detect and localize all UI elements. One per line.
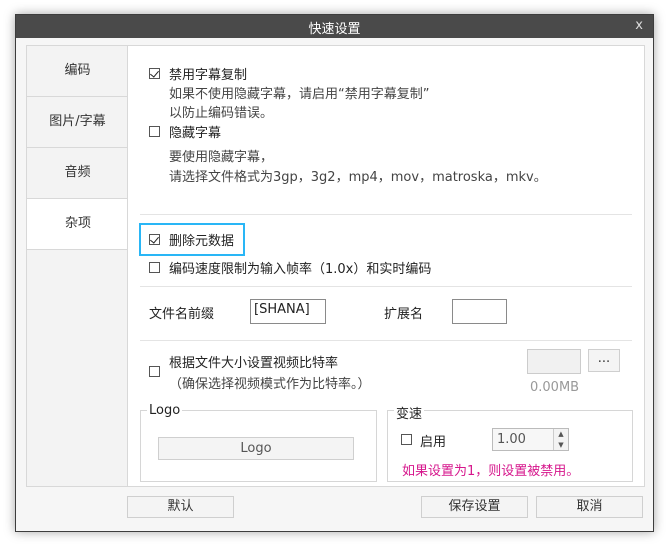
logo-group-title: Logo <box>147 403 183 418</box>
save-settings-button[interactable]: 保存设置 <box>421 496 528 518</box>
stepper-buttons[interactable]: ▲ ▼ <box>553 429 568 450</box>
hide-subtitles-formats-hint: 请选择文件格式为3gp，3g2，mp4，mov，matroska，mkv。 <box>169 170 547 185</box>
logo-button[interactable]: Logo <box>158 437 354 460</box>
file-size-text: 0.00MB <box>530 380 580 395</box>
chevron-down-icon[interactable]: ▼ <box>554 440 568 451</box>
speed-enable-label[interactable]: 启用 <box>420 431 446 450</box>
remove-metadata-checkbox[interactable] <box>149 234 160 245</box>
hide-subtitles-label[interactable]: 隐藏字幕 <box>169 122 221 141</box>
default-button[interactable]: 默认 <box>127 496 234 518</box>
filename-prefix-label: 文件名前缀 <box>149 307 215 322</box>
cancel-button[interactable]: 取消 <box>536 496 643 518</box>
close-icon[interactable]: x <box>635 18 643 33</box>
tab-misc[interactable]: 杂项 <box>27 199 129 250</box>
chevron-up-icon[interactable]: ▲ <box>554 429 568 440</box>
sidebar: 编码 图片/字幕 音频 杂项 <box>26 45 129 487</box>
divider <box>140 214 632 215</box>
bitrate-by-size-sublabel: （确保选择视频模式作为比特率。） <box>169 377 371 392</box>
subtitle-copy-hint: 如果不使用隐藏字幕，请启用“禁用字幕复制” <box>169 87 430 102</box>
disable-subtitle-copy-checkbox[interactable] <box>149 68 160 79</box>
disable-subtitle-copy-label[interactable]: 禁用字幕复制 <box>169 64 247 83</box>
tab-audio[interactable]: 音频 <box>27 148 128 199</box>
speed-enable-checkbox[interactable] <box>401 434 412 445</box>
speed-limit-label[interactable]: 编码速度限制为输入帧率（1.0x）和实时编码 <box>169 258 431 277</box>
subtitle-copy-hint-2: 以防止编码错误。 <box>169 106 274 121</box>
filename-prefix-input[interactable]: [SHANA] <box>250 299 326 324</box>
bitrate-by-size-label[interactable]: 根据文件大小设置视频比特率 <box>169 352 338 371</box>
hide-subtitles-hint: 要使用隐藏字幕， <box>169 150 274 165</box>
speed-value[interactable]: 1.00 <box>497 432 526 447</box>
tab-picture-subtitle[interactable]: 图片/字幕 <box>27 97 128 148</box>
settings-panel: 禁用字幕复制 如果不使用隐藏字幕，请启用“禁用字幕复制” 以防止编码错误。 隐藏… <box>127 45 645 487</box>
speed-warning-text: 如果设置为1，则设置被禁用。 <box>402 464 580 479</box>
dialog-title: 快速设置 <box>308 22 361 37</box>
extension-input[interactable] <box>452 299 507 324</box>
quick-settings-dialog: 快速设置 x 编码 图片/字幕 音频 杂项 禁用字幕复制 如果不使用隐藏字幕，请… <box>15 14 654 532</box>
hide-subtitles-checkbox[interactable] <box>149 126 160 137</box>
remove-metadata-label[interactable]: 删除元数据 <box>169 230 234 249</box>
browse-button[interactable]: ... <box>588 349 620 372</box>
divider <box>140 286 632 287</box>
speed-limit-checkbox[interactable] <box>149 262 160 273</box>
speed-group-title: 变速 <box>394 403 425 422</box>
divider <box>140 340 632 341</box>
tab-encoding[interactable]: 编码 <box>27 46 128 97</box>
bitrate-by-size-checkbox[interactable] <box>149 366 160 377</box>
title-bar[interactable]: 快速设置 x <box>16 15 653 38</box>
speed-value-stepper[interactable]: 1.00 ▲ ▼ <box>492 428 569 451</box>
file-size-input[interactable] <box>527 349 581 374</box>
extension-label: 扩展名 <box>384 307 424 322</box>
